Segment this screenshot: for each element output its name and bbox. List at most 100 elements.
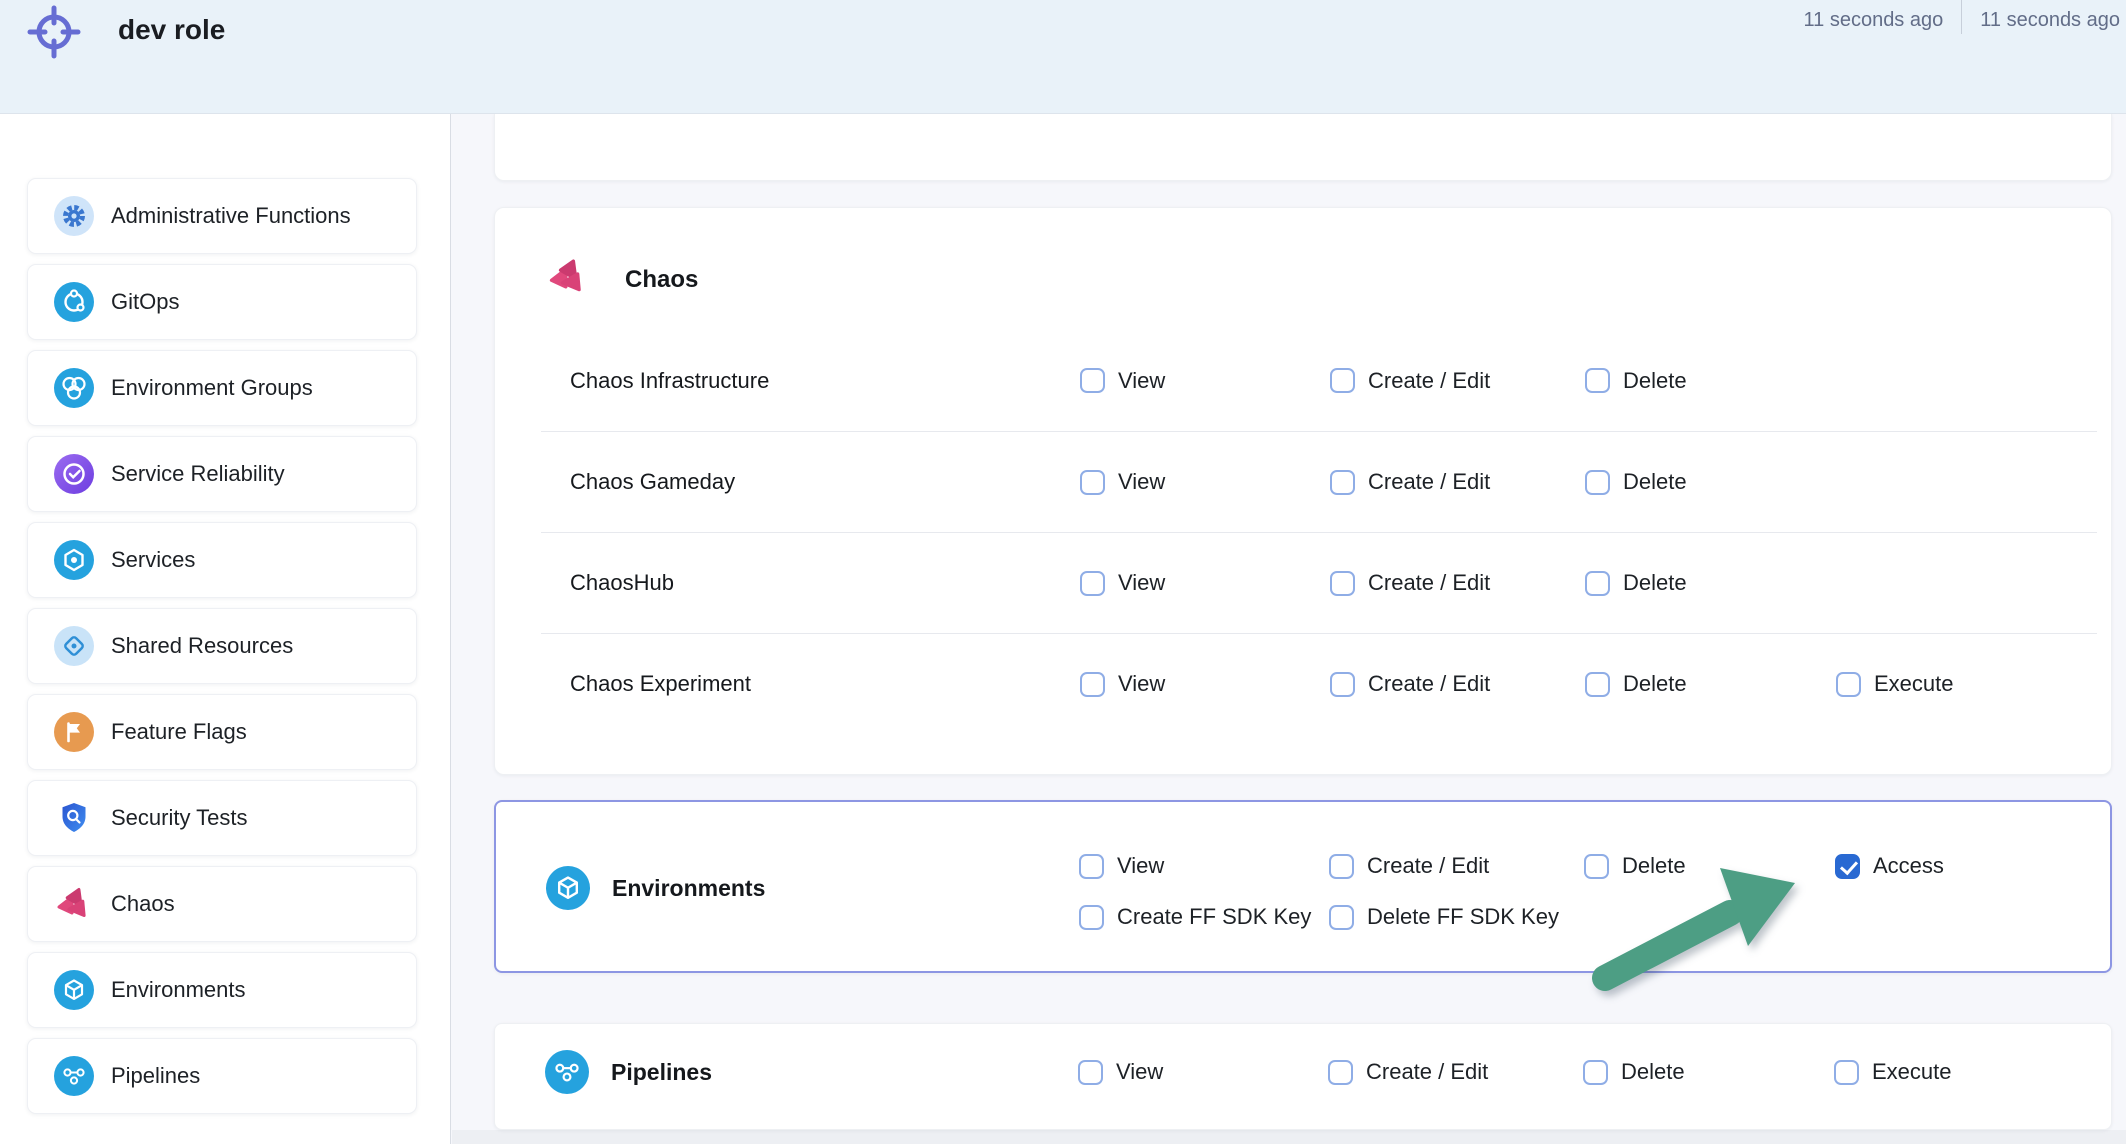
sidebar-item-environments[interactable]: Environments [27, 952, 417, 1028]
pipelines-permission-row: View Create / Edit Delete Execute [495, 1052, 2111, 1092]
gear-icon [54, 196, 94, 236]
sidebar-item-label: Feature Flags [111, 719, 247, 745]
resource-label: ChaosHub [570, 570, 1080, 596]
checkbox [1585, 672, 1610, 697]
checkbox [1080, 571, 1105, 596]
chaos-icon [54, 884, 94, 924]
checkbox [1583, 1060, 1608, 1085]
sidebar-item-label: Security Tests [111, 805, 248, 831]
updated-timestamp: 11 seconds ago [1980, 0, 2120, 32]
sidebar-item-environment-groups[interactable]: Environment Groups [27, 350, 417, 426]
permission-checkbox-create-ff-sdk-key[interactable]: Create FF SDK Key [1079, 904, 1329, 930]
sidebar-item-pipelines[interactable]: Pipelines [27, 1038, 417, 1114]
sidebar-item-label: Environments [111, 977, 246, 1003]
checkbox [1330, 672, 1355, 697]
permission-checkbox-view[interactable]: View [1080, 570, 1330, 596]
environments-permissions-card: Environments View Create / Edit Delete [494, 800, 2112, 973]
permission-row-chaoshub: ChaosHub View Create / Edit Delete [541, 532, 2097, 633]
environments-icon [54, 970, 94, 1010]
environment-groups-icon [54, 368, 94, 408]
sidebar-item-label: Services [111, 547, 195, 573]
permission-checkbox-delete[interactable]: Delete [1585, 368, 1836, 394]
timestamps: 11 seconds ago 11 seconds ago [1804, 0, 2121, 34]
checkbox [1080, 672, 1105, 697]
permission-row: Create FF SDK Key Delete FF SDK Key [1079, 897, 2110, 937]
permission-checkbox-delete[interactable]: Delete [1585, 570, 1836, 596]
panel-bottom-gutter [452, 1130, 2126, 1144]
sidebar-item-feature-flags[interactable]: Feature Flags [27, 694, 417, 770]
sidebar-item-label: Administrative Functions [111, 203, 351, 229]
feature-flags-icon [54, 712, 94, 752]
checkbox [1584, 854, 1609, 879]
checkbox [1835, 854, 1860, 879]
permission-checkbox-view[interactable]: View [1080, 671, 1330, 697]
checkbox [1079, 905, 1104, 930]
role-permissions-page: dev role 11 seconds ago 11 seconds ago A… [0, 0, 2126, 1144]
checkbox [1079, 854, 1104, 879]
permission-checkbox-access[interactable]: Access [1835, 853, 2110, 879]
chaos-permission-rows: Chaos Infrastructure View Create / Edit … [541, 330, 2097, 734]
checkbox [1078, 1060, 1103, 1085]
checkbox [1330, 368, 1355, 393]
gitops-icon [54, 282, 94, 322]
permission-checkbox-delete[interactable]: Delete [1584, 853, 1835, 879]
sidebar-item-label: Service Reliability [111, 461, 285, 487]
permission-checkbox-create-edit[interactable]: Create / Edit [1330, 570, 1585, 596]
chaos-section-header: Chaos [546, 255, 698, 304]
sidebar-item-label: Environment Groups [111, 375, 313, 401]
role-crosshair-icon [26, 4, 82, 65]
permission-checkbox-create-edit[interactable]: Create / Edit [1330, 368, 1585, 394]
permissions-panel: Chaos Chaos Infrastructure View Create /… [452, 114, 2126, 1144]
checkbox [1329, 854, 1354, 879]
sidebar-item-label: Shared Resources [111, 633, 293, 659]
checkbox [1585, 571, 1610, 596]
permission-row-chaos-experiment: Chaos Experiment View Create / Edit Dele… [541, 633, 2097, 734]
checkbox [1329, 905, 1354, 930]
shared-resources-icon [54, 626, 94, 666]
services-icon [54, 540, 94, 580]
permission-row-chaos-gameday: Chaos Gameday View Create / Edit Delete [541, 431, 2097, 532]
chaos-icon [546, 255, 590, 304]
checkbox [1330, 470, 1355, 495]
pipelines-icon [54, 1056, 94, 1096]
permission-checkbox-view[interactable]: View [1078, 1059, 1328, 1085]
resource-label: Chaos Gameday [570, 469, 1080, 495]
resource-label: Chaos Infrastructure [570, 368, 1080, 394]
permission-checkbox-view[interactable]: View [1080, 368, 1330, 394]
sidebar-item-services[interactable]: Services [27, 522, 417, 598]
permission-checkbox-delete-ff-sdk-key[interactable]: Delete FF SDK Key [1329, 904, 1584, 930]
checkbox [1836, 672, 1861, 697]
sidebar-item-service-reliability[interactable]: Service Reliability [27, 436, 417, 512]
security-tests-icon [54, 798, 94, 838]
resource-label: Chaos Experiment [570, 671, 1080, 697]
sidebar-item-label: GitOps [111, 289, 179, 315]
sidebar-item-label: Pipelines [111, 1063, 200, 1089]
page-header: dev role 11 seconds ago 11 seconds ago [0, 0, 2126, 114]
permission-checkbox-view[interactable]: View [1080, 469, 1330, 495]
chaos-permissions-card: Chaos Chaos Infrastructure View Create /… [494, 207, 2112, 775]
permission-checkbox-delete[interactable]: Delete [1585, 671, 1836, 697]
permission-checkbox-delete[interactable]: Delete [1585, 469, 1836, 495]
permission-checkbox-execute[interactable]: Execute [1834, 1059, 2111, 1085]
checkbox [1834, 1060, 1859, 1085]
checkbox [1585, 470, 1610, 495]
sidebar-item-shared-resources[interactable]: Shared Resources [27, 608, 417, 684]
sidebar-item-administrative-functions[interactable]: Administrative Functions [27, 178, 417, 254]
section-title: Chaos [625, 266, 698, 294]
permission-row-chaos-infrastructure: Chaos Infrastructure View Create / Edit … [541, 330, 2097, 431]
sidebar-item-security-tests[interactable]: Security Tests [27, 780, 417, 856]
created-timestamp: 11 seconds ago [1804, 0, 1944, 32]
permission-checkbox-create-edit[interactable]: Create / Edit [1330, 469, 1585, 495]
checkbox [1585, 368, 1610, 393]
permission-checkbox-execute[interactable]: Execute [1836, 671, 2097, 697]
sidebar-item-gitops[interactable]: GitOps [27, 264, 417, 340]
checkbox [1080, 368, 1105, 393]
permission-checkbox-view[interactable]: View [1079, 853, 1329, 879]
permission-checkbox-delete[interactable]: Delete [1583, 1059, 1834, 1085]
permission-checkbox-create-edit[interactable]: Create / Edit [1329, 853, 1584, 879]
permission-checkbox-create-edit[interactable]: Create / Edit [1330, 671, 1585, 697]
permission-checkbox-create-edit[interactable]: Create / Edit [1328, 1059, 1583, 1085]
timestamp-divider [1961, 0, 1962, 34]
service-reliability-icon [54, 454, 94, 494]
sidebar-item-chaos[interactable]: Chaos [27, 866, 417, 942]
